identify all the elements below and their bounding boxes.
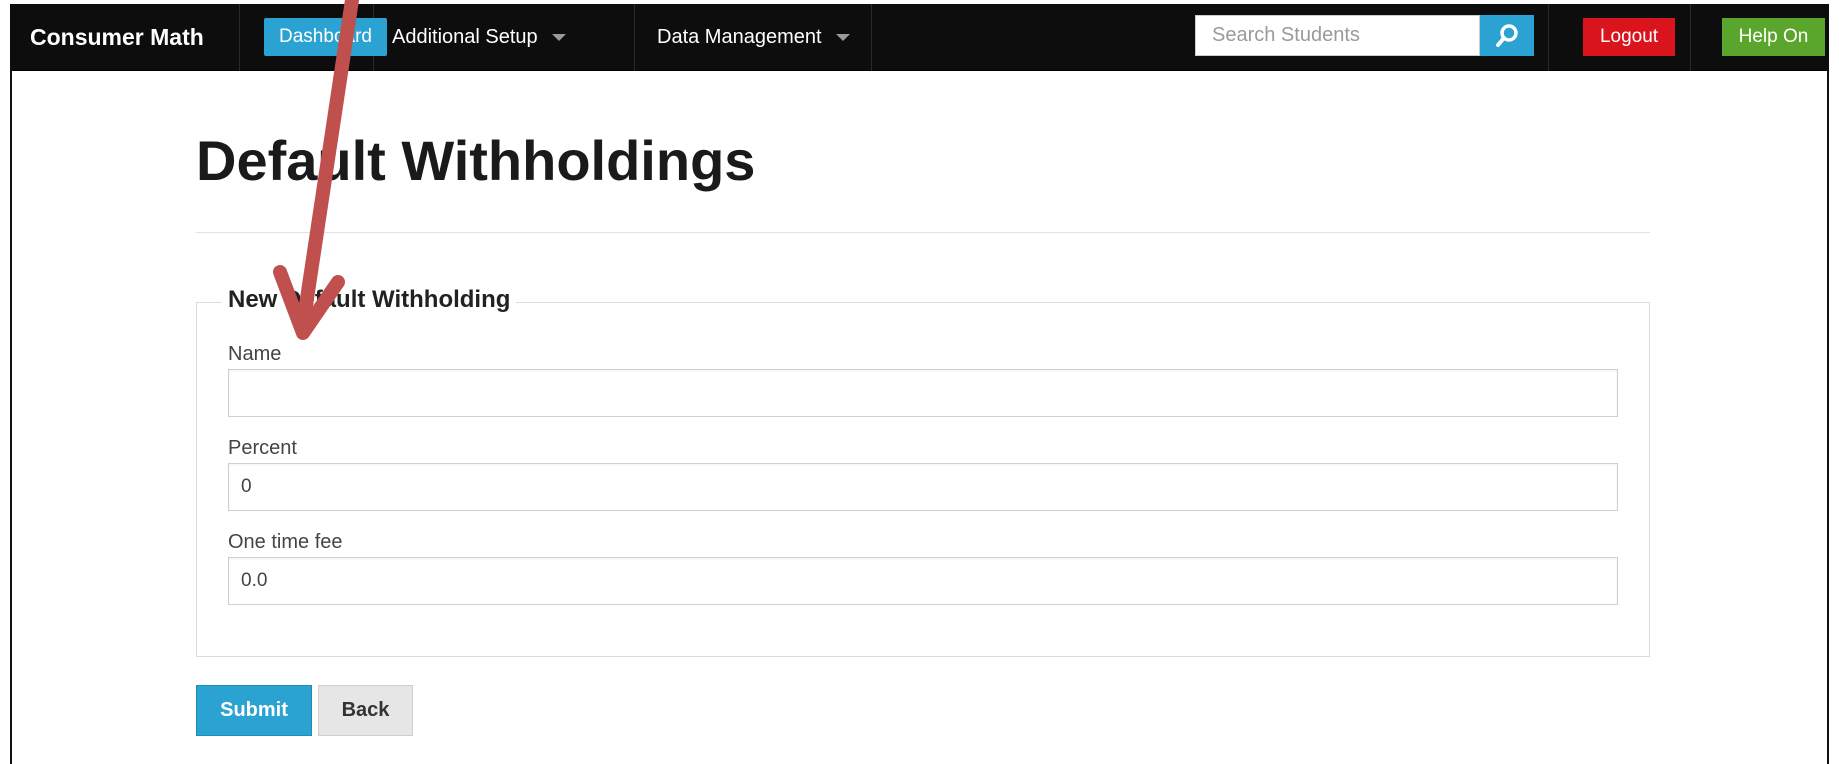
caret-down-icon bbox=[551, 34, 566, 42]
brand-logo[interactable]: Consumer Math bbox=[10, 4, 240, 71]
page-title: Default Withholdings bbox=[196, 129, 756, 192]
caret-down-icon bbox=[835, 34, 850, 42]
top-navbar: Consumer Math Dashboard Additional Setup… bbox=[10, 4, 1829, 71]
name-field[interactable] bbox=[228, 369, 1618, 417]
magnifier-icon bbox=[1496, 23, 1518, 47]
search-button[interactable] bbox=[1480, 15, 1534, 56]
data-management-menu[interactable]: Data Management bbox=[657, 4, 850, 71]
logout-button[interactable]: Logout bbox=[1583, 18, 1675, 56]
nav-divider bbox=[1690, 4, 1691, 71]
dashboard-button[interactable]: Dashboard bbox=[264, 18, 387, 56]
one-time-fee-field[interactable] bbox=[228, 557, 1618, 605]
name-label: Name bbox=[228, 343, 282, 365]
help-toggle-button[interactable]: Help On bbox=[1722, 18, 1825, 56]
nav-divider bbox=[1548, 4, 1549, 71]
back-button[interactable]: Back bbox=[318, 685, 413, 736]
search-students-input[interactable] bbox=[1195, 15, 1480, 56]
nav-divider bbox=[871, 4, 872, 71]
one-time-fee-label: One time fee bbox=[228, 531, 343, 553]
additional-setup-menu[interactable]: Additional Setup bbox=[392, 4, 566, 71]
submit-button[interactable]: Submit bbox=[196, 685, 312, 736]
form-legend: New Default Withholding bbox=[222, 286, 517, 314]
percent-label: Percent bbox=[228, 437, 297, 459]
additional-setup-label: Additional Setup bbox=[392, 26, 538, 48]
data-management-label: Data Management bbox=[657, 26, 822, 48]
percent-field[interactable] bbox=[228, 463, 1618, 511]
nav-divider bbox=[634, 4, 635, 71]
title-divider bbox=[196, 232, 1650, 233]
